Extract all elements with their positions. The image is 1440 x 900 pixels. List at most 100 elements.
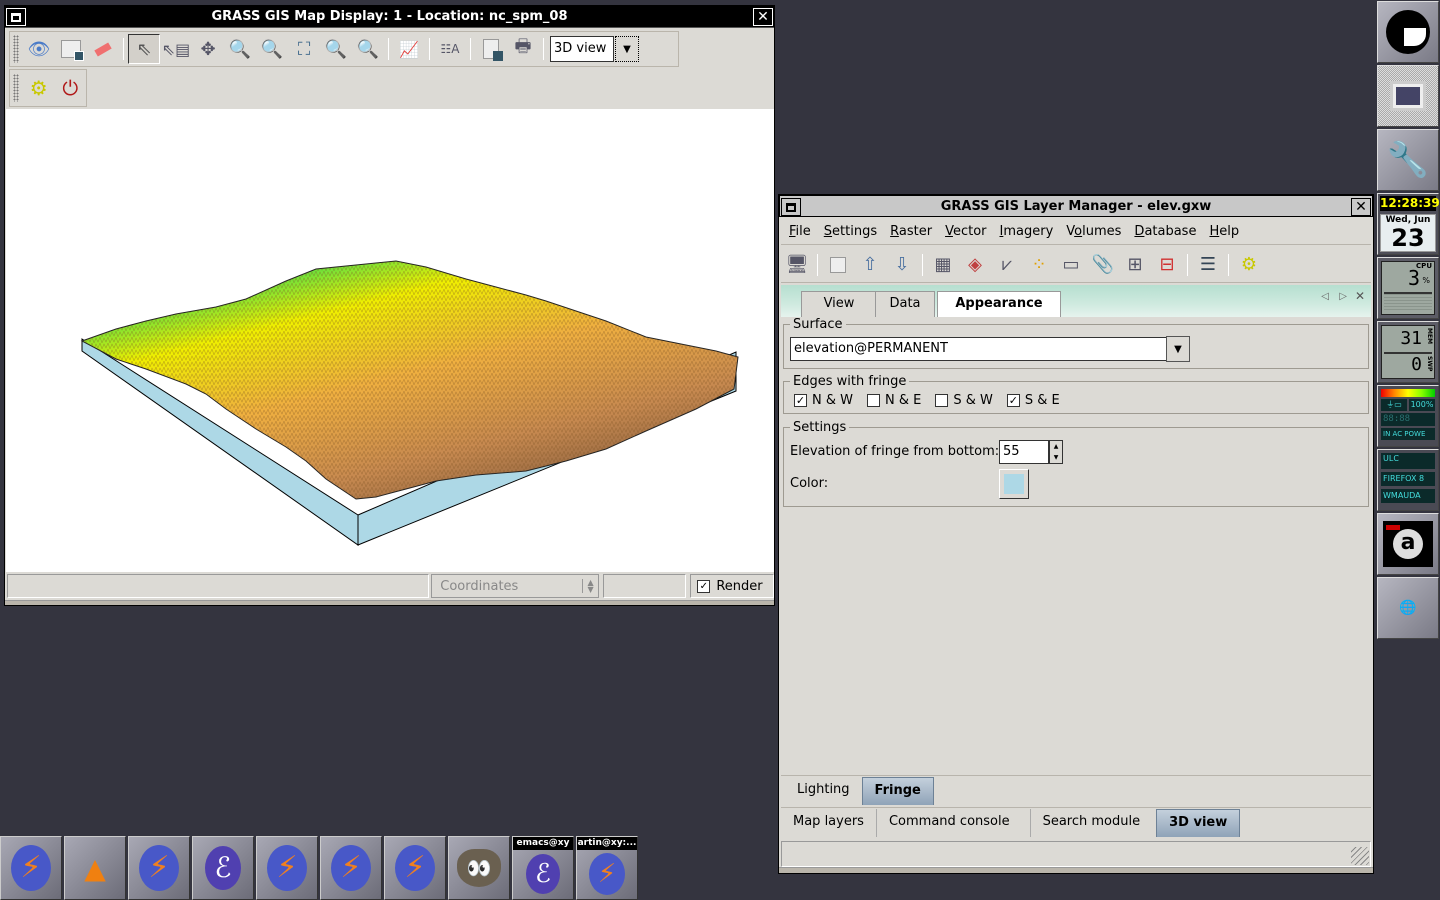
- fringe-color-button[interactable]: [999, 469, 1029, 499]
- tab-scroll-left-icon[interactable]: ◁: [1321, 291, 1329, 302]
- taskbar-emacs-2[interactable]: emacs@xy ℰ: [512, 836, 574, 900]
- add-group-button[interactable]: 📎: [1087, 250, 1119, 280]
- add-theme-button[interactable]: ⁘: [1023, 250, 1055, 280]
- tab-lighting[interactable]: Lighting: [785, 777, 862, 805]
- taskbar-emacs-1[interactable]: ℰ: [192, 836, 254, 900]
- tab-close-icon[interactable]: ✕: [1355, 289, 1365, 303]
- edge-se-checkbox[interactable]: ✓ S & E: [1006, 393, 1060, 408]
- tab-scroll-right-icon[interactable]: ▷: [1339, 291, 1347, 302]
- dock-app-audio[interactable]: a: [1377, 513, 1439, 575]
- dock-app-battery[interactable]: ⏚▭ 100% 88:88 IN AC POWE: [1377, 385, 1439, 447]
- window-menu-button[interactable]: [6, 8, 26, 26]
- resize-grip-icon[interactable]: [1351, 847, 1369, 865]
- tab-appearance[interactable]: Appearance: [937, 291, 1061, 317]
- overlay-button[interactable]: ☷A: [434, 34, 466, 64]
- nviz-settings-button[interactable]: ⚙: [23, 73, 55, 103]
- edge-nw-checkbox[interactable]: ✓ N & W: [794, 393, 853, 408]
- coordinates-select[interactable]: Coordinates ▲ ▼: [431, 574, 599, 598]
- tab-command-console[interactable]: Command console: [877, 809, 1031, 837]
- mode-select[interactable]: 3D view ▼: [550, 36, 640, 62]
- tab-map-layers[interactable]: Map layers: [781, 809, 877, 837]
- menu-imagery[interactable]: Imagery: [1000, 224, 1054, 239]
- taskbar-grass-5[interactable]: ⚡: [384, 836, 446, 900]
- add-vector-button[interactable]: ⩗: [991, 250, 1023, 280]
- zoom-out-button[interactable]: 🔍: [256, 34, 288, 64]
- pan-button[interactable]: ✥: [192, 34, 224, 64]
- lm-settings-button[interactable]: ⚙: [1233, 250, 1265, 280]
- spin-up-icon[interactable]: ▲: [1054, 443, 1059, 450]
- query-button[interactable]: ⇖▤: [160, 34, 192, 64]
- dock-app-cpu[interactable]: CPU 3 %: [1377, 257, 1439, 319]
- dock-app-tasks[interactable]: ULC FIREFOX 8 WMAUDA: [1377, 449, 1439, 511]
- menu-raster[interactable]: Raster: [890, 224, 932, 239]
- dock-app-preferences[interactable]: 🔧: [1377, 129, 1439, 191]
- taskbar-grass-2[interactable]: ⚡: [128, 836, 190, 900]
- menu-vector[interactable]: Vector: [945, 224, 986, 239]
- tab-fringe[interactable]: Fringe: [861, 777, 934, 805]
- dock-app-display[interactable]: [1377, 65, 1439, 127]
- dock-app-memory[interactable]: 31 MEM 0 SWP: [1377, 321, 1439, 383]
- toolbar-grip[interactable]: [13, 35, 19, 63]
- map-scrollbar[interactable]: [5, 600, 774, 605]
- pointer-button[interactable]: ⇖: [128, 34, 160, 64]
- taskbar-grass-4[interactable]: ⚡: [320, 836, 382, 900]
- zoom-in-button[interactable]: 🔍: [224, 34, 256, 64]
- dock-app-clock[interactable]: 12:28:39 Wed, Jun 23: [1377, 193, 1440, 255]
- zoom-extent-button[interactable]: ⛶: [288, 34, 320, 64]
- dock-app-logo[interactable]: [1377, 1, 1439, 63]
- zoom-in-icon: 🔍: [228, 38, 252, 60]
- spin-down-icon[interactable]: ▼: [1054, 454, 1059, 461]
- render-map-button[interactable]: [55, 34, 87, 64]
- edge-sw-checkbox[interactable]: S & W: [935, 393, 993, 408]
- tab-search-module[interactable]: Search module: [1031, 809, 1157, 837]
- add-rgb-button[interactable]: ◈: [959, 250, 991, 280]
- attribute-table-button[interactable]: ☰: [1192, 250, 1224, 280]
- mode-select-dropdown[interactable]: ▼: [615, 36, 639, 62]
- analyze-button[interactable]: 📈: [393, 34, 425, 64]
- menu-help[interactable]: Help: [1209, 224, 1239, 239]
- dock-app-network[interactable]: 🌐: [1377, 577, 1439, 639]
- map-canvas[interactable]: [6, 109, 774, 572]
- menu-database[interactable]: Database: [1134, 224, 1196, 239]
- taskbar-gimp[interactable]: 👀: [448, 836, 510, 900]
- layer-manager-titlebar[interactable]: GRASS GIS Layer Manager - elev.gxw ✕: [779, 195, 1373, 217]
- elevation-spin-buttons[interactable]: ▲ ▼: [1049, 440, 1063, 464]
- zoom-back-button[interactable]: 🔍: [320, 34, 352, 64]
- taskbar-grass-1[interactable]: ⚡: [0, 836, 62, 900]
- display-map-button[interactable]: 👁: [23, 34, 55, 64]
- edge-ne-checkbox[interactable]: N & E: [866, 393, 921, 408]
- remove-layer-button[interactable]: ⊟: [1151, 250, 1183, 280]
- tab-3d-view[interactable]: 3D view: [1156, 809, 1241, 837]
- zoom-menu-button[interactable]: 🔍: [352, 34, 384, 64]
- erase-button[interactable]: [87, 34, 119, 64]
- lm-scrollbar[interactable]: [779, 867, 1373, 873]
- print-button[interactable]: 🖶: [507, 34, 539, 64]
- load-button[interactable]: ⇧: [854, 250, 886, 280]
- window-menu-button[interactable]: [781, 198, 801, 216]
- menu-volumes[interactable]: Volumes: [1066, 224, 1121, 239]
- taskbar-grass-3[interactable]: ⚡: [256, 836, 318, 900]
- elevation-spinner[interactable]: 55: [999, 440, 1049, 464]
- save-image-button[interactable]: [475, 34, 507, 64]
- new-display-button[interactable]: 🖥: [781, 250, 813, 280]
- menu-file[interactable]: File: [789, 224, 811, 239]
- quit-3d-button[interactable]: ⏻: [54, 73, 86, 103]
- tab-data[interactable]: Data: [875, 291, 935, 317]
- map-toolbar: 👁 ⇖ ⇖▤ ✥ 🔍 🔍 ⛶ 🔍 🔍 📈 ☷A 🖶 3D view ▼: [9, 31, 679, 67]
- taskbar-terminal[interactable]: artin@xy:... ⚡: [576, 836, 638, 900]
- workspace-button[interactable]: [822, 250, 854, 280]
- add-grid-button[interactable]: ⊞: [1119, 250, 1151, 280]
- toolbar-grip[interactable]: [13, 74, 19, 102]
- surface-dropdown-button[interactable]: ▼: [1166, 336, 1190, 362]
- tab-view[interactable]: View: [801, 291, 877, 317]
- menu-settings[interactable]: Settings: [824, 224, 877, 239]
- add-raster-button[interactable]: ▦: [927, 250, 959, 280]
- save-button[interactable]: ⇩: [886, 250, 918, 280]
- close-button[interactable]: ✕: [1351, 198, 1371, 216]
- surface-select[interactable]: elevation@PERMANENT: [790, 337, 1166, 361]
- add-command-button[interactable]: ▭: [1055, 250, 1087, 280]
- render-checkbox[interactable]: ✓ Render: [690, 574, 774, 598]
- map-display-titlebar[interactable]: GRASS GIS Map Display: 1 - Location: nc_…: [5, 6, 774, 28]
- taskbar-vlc[interactable]: ▲: [64, 836, 126, 900]
- close-button[interactable]: ✕: [753, 8, 773, 26]
